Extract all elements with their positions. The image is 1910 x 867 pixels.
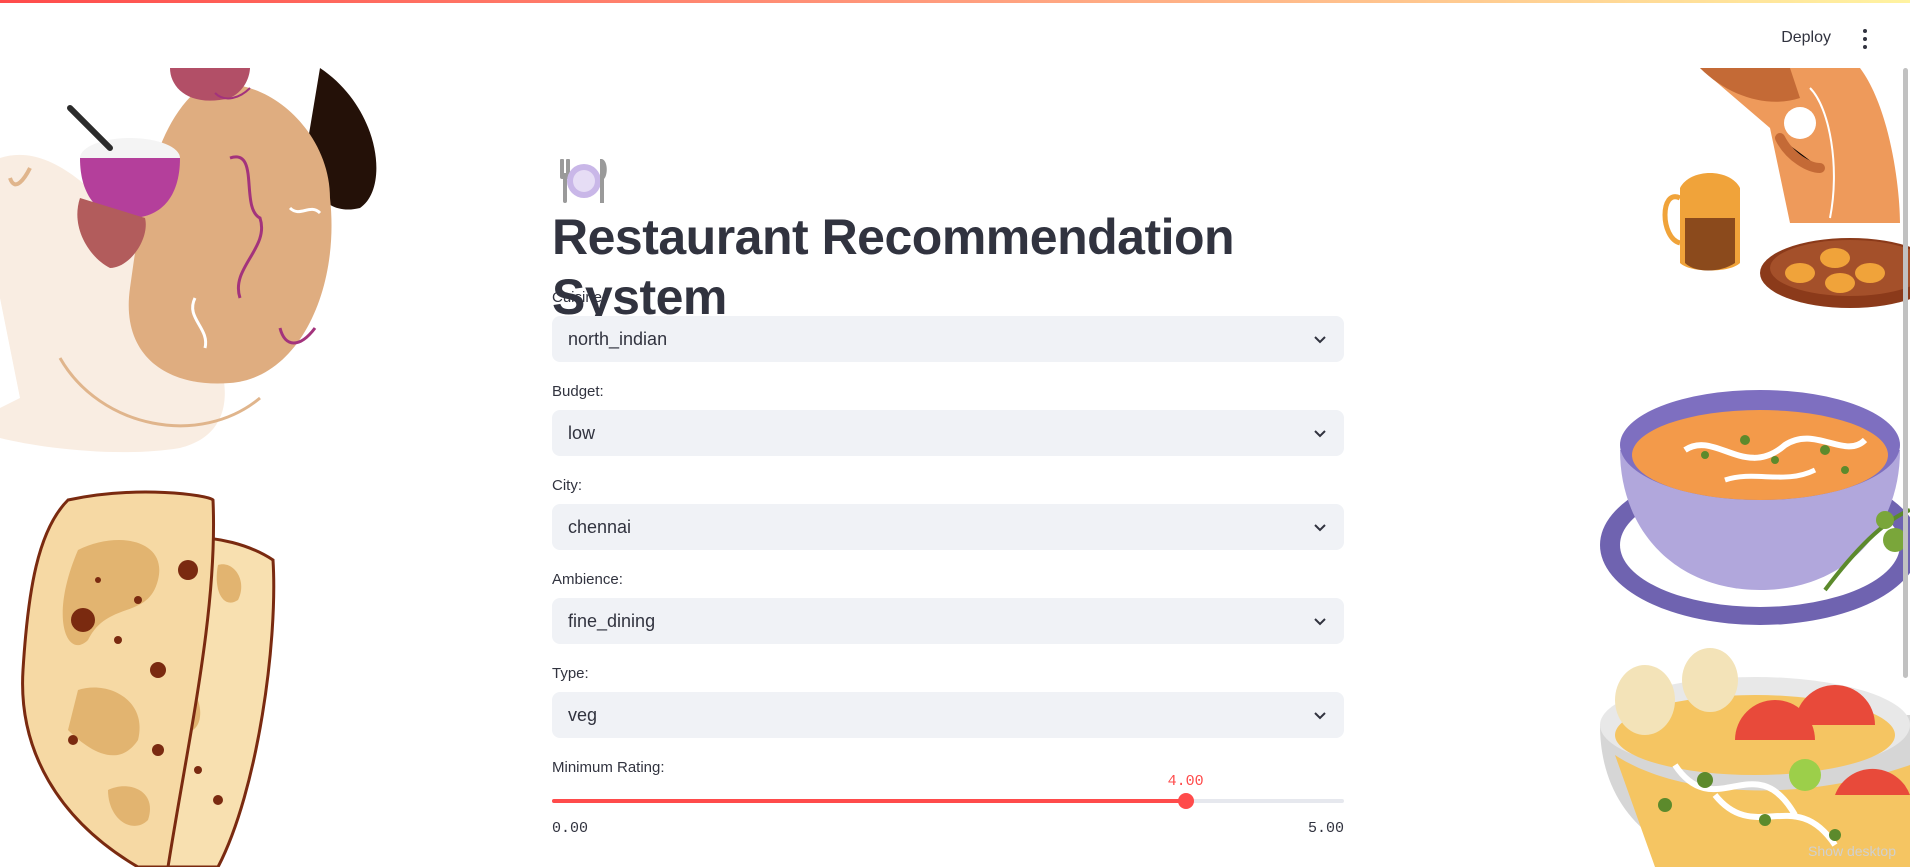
type-label: Type: (552, 665, 589, 682)
budget-label: Budget: (552, 383, 604, 400)
noodle-bowl-illustration (1600, 648, 1910, 867)
chevron-down-icon (1314, 430, 1326, 438)
cuisine-label: Cuisine: (552, 289, 607, 306)
city-field: City: chennai (552, 476, 1344, 550)
slider-value-label: 4.00 (1167, 773, 1204, 790)
slider-thumb[interactable] (1177, 793, 1194, 809)
plate-with-cutlery-icon (560, 159, 607, 203)
soup-bowl-illustration (1600, 390, 1910, 625)
type-value: veg (568, 705, 598, 725)
chevron-down-icon (1314, 618, 1326, 626)
budget-value: low (568, 423, 596, 443)
budget-select[interactable]: low (552, 410, 1344, 456)
deploy-button[interactable]: Deploy (1773, 25, 1839, 51)
ambience-value: fine_dining (568, 611, 656, 631)
naan-bread-illustration (21, 490, 276, 867)
slider-fill (552, 799, 1186, 803)
app-header: Deploy (0, 3, 1910, 68)
chevron-down-icon (1314, 712, 1326, 720)
woman-with-tea-illustration (1662, 68, 1910, 308)
city-value: chennai (568, 517, 632, 537)
city-select[interactable]: chennai (552, 504, 1344, 550)
chevron-down-icon (1314, 524, 1326, 532)
ambience-field: Ambience: fine_dining (552, 570, 1344, 644)
min-rating-label: Minimum Rating: (552, 759, 665, 776)
min-rating-slider: Minimum Rating: 4.00 0.00 5.00 (552, 758, 1344, 837)
woman-eating-illustration (0, 68, 377, 453)
ambience-select[interactable]: fine_dining (552, 598, 1344, 644)
slider-max-label: 5.00 (1307, 820, 1344, 837)
slider-min-label: 0.00 (552, 820, 589, 837)
type-field: Type: veg (552, 664, 1344, 738)
cuisine-select[interactable]: north_indian (552, 316, 1344, 362)
main-content: Restaurant Recommendation System Cuisine… (552, 150, 1344, 837)
type-select[interactable]: veg (552, 692, 1344, 738)
cuisine-value: north_indian (568, 329, 668, 349)
page-title-text: Restaurant Recommendation System (552, 209, 1235, 325)
cuisine-field: Cuisine: north_indian (552, 288, 1344, 362)
chevron-down-icon (1314, 336, 1326, 344)
ambience-label: Ambience: (552, 571, 623, 588)
page-scrollbar[interactable] (1903, 68, 1908, 678)
kebab-menu-icon[interactable] (1860, 29, 1870, 49)
city-label: City: (552, 477, 582, 494)
show-desktop-overlay[interactable]: Show desktop (1808, 843, 1896, 859)
budget-field: Budget: low (552, 382, 1344, 456)
